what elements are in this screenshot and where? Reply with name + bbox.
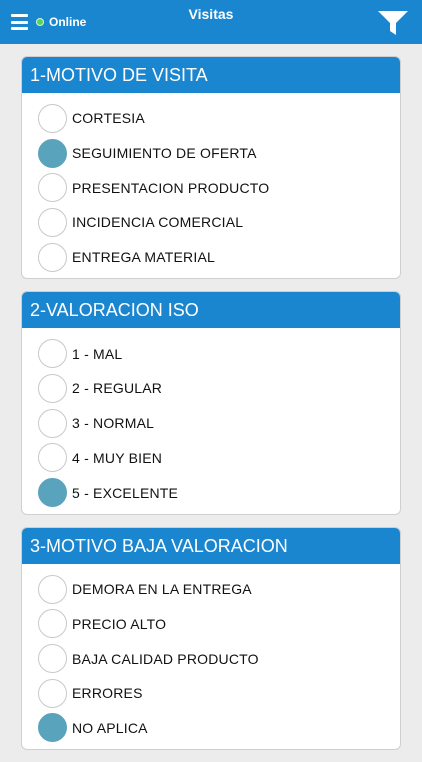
radio-option-label: CORTESIA (72, 110, 145, 127)
filter-icon[interactable] (378, 11, 408, 35)
radio-option-label: PRECIO ALTO (72, 615, 167, 632)
radio-option[interactable]: DEMORA EN LA ENTREGA (22, 572, 400, 607)
section-card-valoracion-iso: 2-VALORACION ISO 1 - MAL 2 - REGULAR 3 -… (21, 291, 401, 515)
radio-option-label: INCIDENCIA COMERCIAL (72, 214, 244, 231)
radio-button[interactable] (38, 103, 67, 133)
radio-button[interactable] (38, 478, 67, 508)
section-card-motivo-baja-valoracion: 3-MOTIVO BAJA VALORACION DEMORA EN LA EN… (21, 526, 401, 751)
radio-button[interactable] (38, 574, 67, 604)
radio-option-label: 2 - REGULAR (72, 380, 163, 397)
page-title: Visitas (188, 6, 234, 22)
radio-option-label: 4 - MUY BIEN (72, 449, 163, 466)
radio-option[interactable]: 2 - REGULAR (22, 371, 400, 406)
radio-option-label: 1 - MAL (72, 345, 123, 362)
radio-option[interactable]: NO APLICA (22, 711, 400, 746)
radio-option-label: DEMORA EN LA ENTREGA (72, 581, 252, 598)
radio-option-label: NO APLICA (72, 719, 148, 736)
radio-button[interactable] (38, 207, 67, 237)
radio-option-label: ENTREGA MATERIAL (72, 249, 215, 266)
section-title: 3-MOTIVO BAJA VALORACION (22, 527, 400, 564)
radio-option[interactable]: CORTESIA (22, 101, 400, 136)
radio-button[interactable] (38, 408, 67, 438)
radio-button[interactable] (38, 173, 67, 203)
radio-button[interactable] (38, 678, 67, 708)
radio-option[interactable]: SEGUIMIENTO DE OFERTA (22, 136, 400, 171)
radio-option[interactable]: 3 - NORMAL (22, 406, 400, 441)
radio-button[interactable] (38, 644, 67, 674)
radio-option-label: 3 - NORMAL (72, 415, 155, 432)
radio-option-label: BAJA CALIDAD PRODUCTO (72, 650, 259, 667)
radio-option-label: SEGUIMIENTO DE OFERTA (72, 145, 257, 162)
radio-option[interactable]: ERRORES (22, 676, 400, 711)
section-card-motivo-visita: 1-MOTIVO DE VISITA CORTESIA SEGUIMIENTO … (21, 56, 401, 280)
form-content: 1-MOTIVO DE VISITA CORTESIA SEGUIMIENTO … (21, 56, 401, 762)
radio-option[interactable]: 1 - MAL (22, 336, 400, 371)
radio-option[interactable]: INCIDENCIA COMERCIAL (22, 205, 400, 240)
section-title: 2-VALORACION ISO (22, 292, 400, 329)
top-bar: Online Visitas (0, 0, 422, 44)
radio-button[interactable] (38, 339, 67, 369)
radio-option[interactable]: PRESENTACION PRODUCTO (22, 170, 400, 205)
radio-button[interactable] (38, 713, 67, 743)
radio-option[interactable]: ENTREGA MATERIAL (22, 240, 400, 275)
radio-option[interactable]: 5 - EXCELENTE (22, 475, 400, 510)
radio-option-label: ERRORES (72, 685, 143, 702)
radio-button[interactable] (38, 443, 67, 473)
radio-option[interactable]: BAJA CALIDAD PRODUCTO (22, 641, 400, 676)
radio-option-label: PRESENTACION PRODUCTO (72, 179, 270, 196)
radio-button[interactable] (38, 242, 67, 272)
radio-button[interactable] (38, 373, 67, 403)
radio-option-label: 5 - EXCELENTE (72, 484, 179, 501)
radio-button[interactable] (38, 609, 67, 639)
radio-option[interactable]: PRECIO ALTO (22, 607, 400, 642)
radio-option[interactable]: 4 - MUY BIEN (22, 441, 400, 476)
radio-button[interactable] (38, 138, 67, 168)
section-title: 1-MOTIVO DE VISITA (22, 57, 400, 93)
